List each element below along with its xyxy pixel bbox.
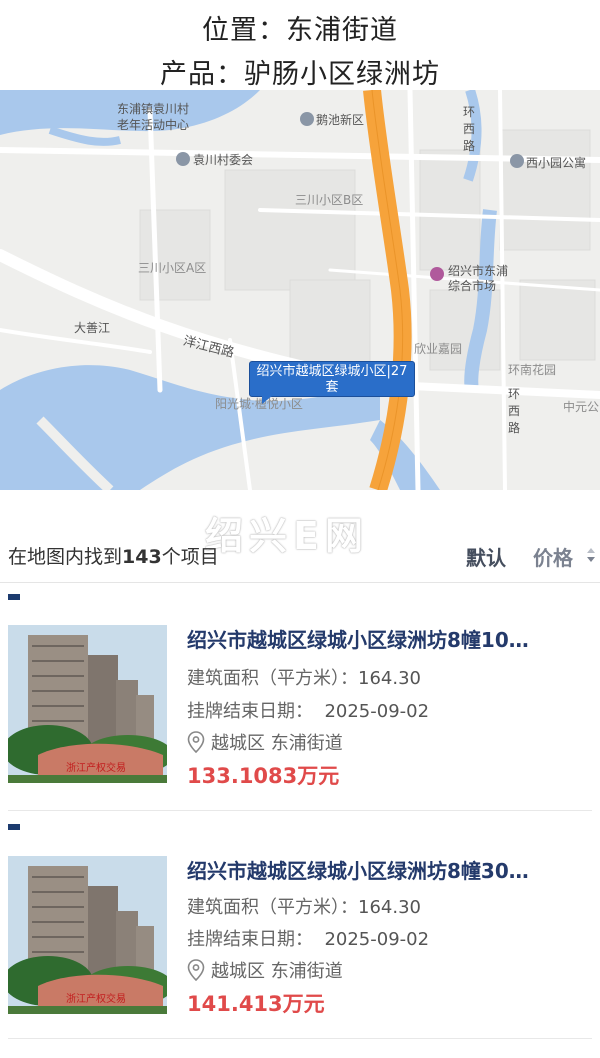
building-photo-graphic: 浙江产权交易 [8, 625, 167, 783]
map-label-dashanjiang: 大善江 [74, 321, 111, 335]
product-line: 产品：驴肠小区绿洲坊 [160, 59, 440, 90]
map-label-zhongyuan: 中元公 [563, 400, 600, 414]
map-poi-icon [300, 112, 314, 126]
map-label-huannan: 环南花园 [508, 363, 557, 377]
listing-divider [8, 1038, 592, 1039]
listing-card[interactable]: 浙江产权交易 绍兴市越城区绿城小区绿洲坊8幢30… 建筑面积（平方米）：164.… [0, 843, 600, 1058]
listing-photo[interactable]: 浙江产权交易 [8, 856, 167, 1014]
listing-card[interactable]: 浙江产权交易 绍兴市越城区绿城小区绿洲坊8幢10… 建筑面积（平方米）：164.… [0, 612, 600, 827]
map-label-market-2: 综合市场 [448, 279, 497, 293]
sort-default-button[interactable]: 默认 [466, 542, 506, 571]
listing-location: 越城区 东浦街道 [187, 957, 343, 983]
sort-arrows-icon[interactable] [586, 545, 596, 565]
listing-price: 141.413万元 [187, 992, 325, 1016]
map-label-sanchuan-b: 三川小区B区 [295, 193, 364, 207]
svg-text:浙江产权交易: 浙江产权交易 [66, 761, 126, 774]
sort-price-button[interactable]: 价格 [533, 542, 573, 571]
map-label-sanchuan-a: 三川小区A区 [138, 261, 207, 275]
map-label-dongpu-2: 老年活动中心 [117, 118, 190, 132]
location-line: 位置：东浦街道 [202, 15, 398, 46]
map-label-yangguangcheng: 阳光城·檀悦小区 [215, 397, 303, 411]
listing-area: 建筑面积（平方米）：164.30 [187, 668, 421, 689]
location-pin-icon [187, 959, 205, 982]
map-label-xinyejiayuan: 欣业嘉园 [414, 342, 463, 356]
listing-photo[interactable]: 浙江产权交易 [8, 625, 167, 783]
map-view[interactable]: 东浦镇袁川村 老年活动中心 鹅池新区 环西路 西小园公寓 袁川村委会 三川小区B… [0, 90, 600, 490]
map-label-dongpu-1: 东浦镇袁川村 [117, 102, 190, 116]
map-label-huanxi-1: 环西路 [462, 105, 475, 153]
listing-divider [8, 810, 592, 811]
listing-end-date: 挂牌结束日期： 2025-09-02 [187, 701, 430, 722]
listing-tag-icon [8, 594, 20, 600]
results-count: 143 [122, 546, 162, 568]
map-poi-icon [176, 152, 190, 166]
map-label-echi: 鹅池新区 [316, 113, 365, 127]
listing-title[interactable]: 绍兴市越城区绿城小区绿洲坊8幢30… [187, 855, 592, 884]
map-market-icon [430, 267, 444, 281]
map-label-yuanchuan: 袁川村委会 [193, 153, 254, 167]
location-pin-icon [187, 731, 205, 754]
map-label-huanxi-2: 环西路 [507, 387, 520, 435]
results-bar: 在地图内找到143个项目 默认 价格 [0, 530, 600, 583]
svg-text:浙江产权交易: 浙江产权交易 [66, 992, 126, 1005]
page-header: 位置：东浦街道 产品：驴肠小区绿洲坊 [0, 0, 600, 90]
building-photo-graphic: 浙江产权交易 [8, 856, 167, 1014]
listing-title[interactable]: 绍兴市越城区绿城小区绿洲坊8幢10… [187, 624, 592, 653]
map-poi-icon [510, 154, 524, 168]
map-cluster-marker[interactable]: 绍兴市越城区绿城小区|27套 [249, 361, 415, 404]
listing-location: 越城区 东浦街道 [187, 729, 343, 755]
listing-price: 133.1083万元 [187, 764, 340, 788]
results-count-text: 在地图内找到143个项目 [8, 546, 219, 568]
map-label-xixiaoyuan: 西小园公寓 [526, 156, 587, 170]
listing-tag-icon [8, 824, 20, 830]
listing-area: 建筑面积（平方米）：164.30 [187, 897, 421, 918]
listing-end-date: 挂牌结束日期： 2025-09-02 [187, 929, 430, 950]
